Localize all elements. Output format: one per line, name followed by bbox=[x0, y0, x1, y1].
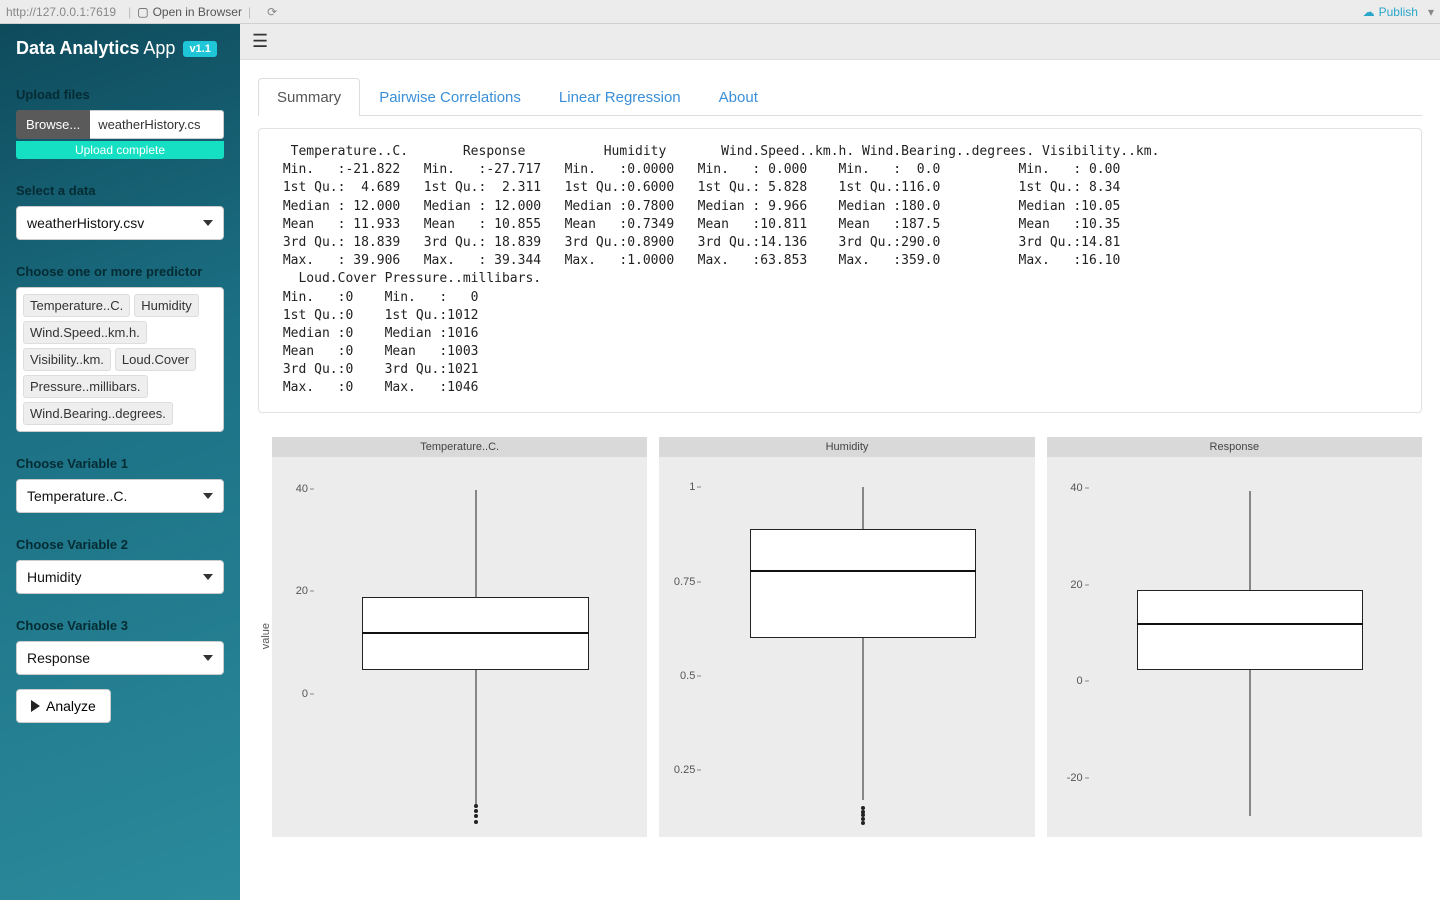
var1-dropdown[interactable]: Temperature..C. bbox=[16, 479, 224, 513]
predictor-tag[interactable]: Temperature..C. bbox=[23, 294, 130, 317]
hamburger-icon[interactable]: ☰ bbox=[252, 31, 268, 52]
sidebar: Data Analytics App v1.1 Upload files Bro… bbox=[0, 24, 240, 900]
open-in-browser-button[interactable]: ▢ Open in Browser bbox=[137, 5, 242, 19]
main-area: ☰ SummaryPairwise CorrelationsLinear Reg… bbox=[240, 24, 1440, 900]
charts-y-axis-label: value bbox=[258, 623, 272, 649]
publish-icon: ☁ bbox=[1363, 5, 1375, 19]
tab-linear-regression[interactable]: Linear Regression bbox=[540, 78, 700, 116]
y-tick: 0.25 bbox=[663, 764, 695, 776]
select-data-value: weatherHistory.csv bbox=[27, 215, 144, 231]
boxplot-row: Temperature..C. 0 20 40 Humidity 0.25 0.5 0.75 1… bbox=[272, 437, 1422, 837]
uploaded-file-name: weatherHistory.cs bbox=[90, 110, 224, 139]
var2-value: Humidity bbox=[27, 569, 81, 585]
browse-button[interactable]: Browse... bbox=[16, 110, 90, 139]
main-topstrip: ☰ bbox=[240, 24, 1440, 60]
var1-value: Temperature..C. bbox=[27, 488, 127, 504]
play-icon bbox=[31, 700, 40, 712]
y-tick: 0.5 bbox=[663, 670, 695, 682]
y-tick: -20 bbox=[1051, 772, 1083, 784]
url-display: http://127.0.0.1:7619 bbox=[6, 5, 116, 19]
upload-progress-bar: Upload complete bbox=[16, 141, 224, 159]
analyze-label: Analyze bbox=[46, 698, 96, 714]
chevron-down-icon bbox=[203, 655, 213, 661]
tab-about[interactable]: About bbox=[700, 78, 777, 116]
predictor-tag[interactable]: Wind.Speed..km.h. bbox=[23, 321, 147, 344]
summary-output-well: Temperature..C. Response Humidity Wind.S… bbox=[258, 128, 1422, 413]
predictor-tag[interactable]: Wind.Bearing..degrees. bbox=[23, 402, 173, 425]
y-tick: 0 bbox=[1051, 675, 1083, 687]
version-badge: v1.1 bbox=[183, 41, 216, 57]
ide-topbar: http://127.0.0.1:7619 | ▢ Open in Browse… bbox=[0, 0, 1440, 24]
publish-button[interactable]: ☁ Publish ▾ bbox=[1363, 5, 1434, 19]
brand-bold: Data Analytics bbox=[16, 38, 139, 58]
predictor-tag[interactable]: Pressure..millibars. bbox=[23, 375, 148, 398]
chart-title: Temperature..C. bbox=[272, 437, 647, 457]
y-tick: 1 bbox=[663, 481, 695, 493]
tab-bar: SummaryPairwise CorrelationsLinear Regre… bbox=[258, 78, 1422, 116]
y-tick: 20 bbox=[276, 585, 308, 597]
predictor-tag[interactable]: Humidity bbox=[134, 294, 199, 317]
chevron-down-icon bbox=[203, 574, 213, 580]
select-data-dropdown[interactable]: weatherHistory.csv bbox=[16, 206, 224, 240]
boxplot-response: Response -20 0 20 40 bbox=[1047, 437, 1422, 837]
chevron-down-icon: ▾ bbox=[1428, 5, 1434, 19]
app-brand: Data Analytics App v1.1 bbox=[0, 24, 240, 77]
select-data-label: Select a data bbox=[16, 183, 224, 198]
chevron-down-icon bbox=[203, 220, 213, 226]
refresh-icon[interactable]: ⟳ bbox=[267, 5, 277, 19]
predictor-tag[interactable]: Loud.Cover bbox=[115, 348, 196, 371]
predictor-label: Choose one or more predictor bbox=[16, 264, 224, 279]
boxplot-humidity: Humidity 0.25 0.5 0.75 1 bbox=[659, 437, 1034, 837]
y-tick: 40 bbox=[276, 483, 308, 495]
upload-files-label: Upload files bbox=[16, 87, 224, 102]
var2-label: Choose Variable 2 bbox=[16, 537, 224, 552]
y-tick: 0 bbox=[276, 688, 308, 700]
chart-title: Response bbox=[1047, 437, 1422, 457]
predictor-tag[interactable]: Visibility..km. bbox=[23, 348, 111, 371]
boxplot-temperature-c-: Temperature..C. 0 20 40 bbox=[272, 437, 647, 837]
var3-dropdown[interactable]: Response bbox=[16, 641, 224, 675]
analyze-button[interactable]: Analyze bbox=[16, 689, 111, 723]
open-in-browser-label: Open in Browser bbox=[153, 5, 242, 19]
summary-text: Temperature..C. Response Humidity Wind.S… bbox=[275, 143, 1405, 398]
chevron-down-icon bbox=[203, 493, 213, 499]
var1-label: Choose Variable 1 bbox=[16, 456, 224, 471]
var2-dropdown[interactable]: Humidity bbox=[16, 560, 224, 594]
var3-label: Choose Variable 3 bbox=[16, 618, 224, 633]
y-tick: 40 bbox=[1051, 482, 1083, 494]
predictor-multiselect[interactable]: Temperature..C.Humidity Wind.Speed..km.h.… bbox=[16, 287, 224, 432]
tab-pairwise-correlations[interactable]: Pairwise Correlations bbox=[360, 78, 540, 116]
brand-light: App bbox=[143, 38, 175, 58]
y-tick: 0.75 bbox=[663, 576, 695, 588]
publish-label: Publish bbox=[1379, 5, 1418, 19]
tab-summary[interactable]: Summary bbox=[258, 78, 360, 116]
var3-value: Response bbox=[27, 650, 90, 666]
chart-title: Humidity bbox=[659, 437, 1034, 457]
window-icon: ▢ bbox=[137, 5, 148, 19]
y-tick: 20 bbox=[1051, 579, 1083, 591]
